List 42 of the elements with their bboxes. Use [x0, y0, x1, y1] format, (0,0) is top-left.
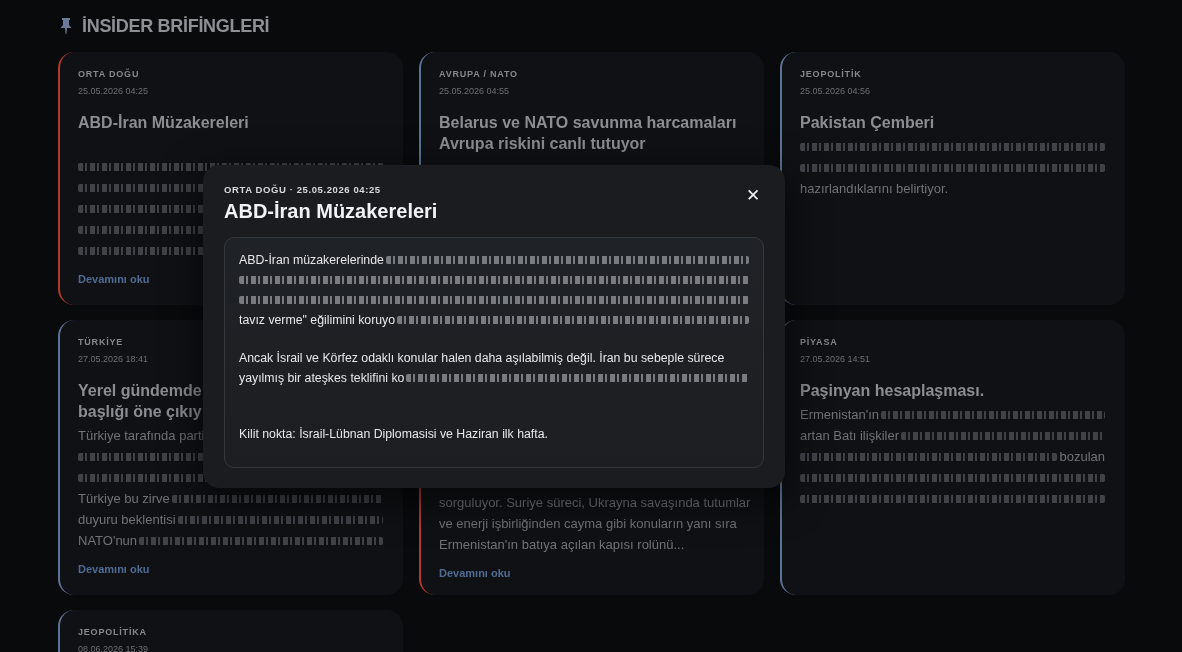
card-date: 27.05.2026 14:51	[800, 354, 871, 364]
card-category: JEOPOLİTİKA	[78, 627, 147, 637]
card-date: 27.05.2026 18:41	[78, 354, 149, 364]
card-category: AVRUPA / NATO	[439, 69, 518, 79]
read-more-link[interactable]: Devamını oku	[439, 567, 511, 579]
card-title: ABD-İran Müzakereleri	[78, 113, 249, 133]
body-text: Ermenistan'ın batıya açılan kapısı rolünü...	[439, 537, 685, 552]
body-text: bozulan	[1059, 449, 1105, 464]
card-category: ORTA DOĞU	[78, 69, 140, 79]
body-text: hazırlandıklarını belirtiyor.	[800, 181, 949, 196]
body-text: ve enerji işbirliğinden cayma gibi konuların yanı sıra	[439, 516, 737, 531]
card-date: 08.06.2026 15:39	[78, 644, 149, 652]
body-text: sorguluyor. Suriye süreci, Ukrayna savaşında tutumlar	[439, 495, 751, 510]
body-text: ABD-İran müzakerelerinde	[239, 253, 384, 267]
body-text: yayılmış bir ateşkes teklifini ko	[239, 371, 405, 385]
close-button[interactable]: ✕	[742, 187, 764, 204]
card-title: başlığı öne çıkıy	[78, 402, 202, 422]
body-text: Kilit nokta: İsrail-Lübnan Diplomasisi ve Haziran ilk hafta.	[239, 427, 548, 441]
card-category: TÜRKİYE	[78, 337, 124, 347]
body-text: Ancak İsrail ve Körfez odaklı konular halen daha aşılabilmiş değil. İran bu sebeple sürece	[239, 351, 725, 365]
card-title: Paşinyan hesaplaşması.	[800, 381, 985, 401]
section-title: İNSİDER BRİFİNGLERİ	[82, 15, 270, 37]
card-title: Belarus ve NATO savunma harcamaları	[439, 113, 737, 133]
card-title: Avrupa riskini canlı tutuyor	[439, 134, 646, 154]
pin-icon	[60, 17, 72, 35]
dialog-meta: ORTA DOĞU · 25.05.2026 04:25	[224, 184, 382, 195]
card-title: Pakistan Çemberi	[800, 113, 935, 133]
card-date: 25.05.2026 04:56	[800, 86, 871, 96]
read-more-link[interactable]: Devamını oku	[78, 273, 150, 285]
read-more-link[interactable]: Devamını oku	[78, 563, 150, 575]
card-date: 25.05.2026 04:25	[78, 86, 149, 96]
card-date: 25.05.2026 04:55	[439, 86, 510, 96]
body-text: duyuru beklentisi	[78, 512, 176, 527]
card-category: JEOPOLİTİK	[800, 69, 862, 79]
body-text: tavız verme" eğilimini koruyo	[239, 313, 396, 327]
body-text: Ermenistan'ın	[800, 407, 880, 422]
body-text: artan Batı ilişkiler	[800, 428, 899, 443]
card-category: PİYASA	[800, 337, 838, 347]
body-text: NATO'nun	[78, 533, 138, 548]
card-title: Yerel gündemde	[78, 381, 202, 401]
dialog-title: ABD-İran Müzakereleri	[224, 200, 438, 223]
body-text: Türkiye bu zirve	[78, 491, 170, 506]
